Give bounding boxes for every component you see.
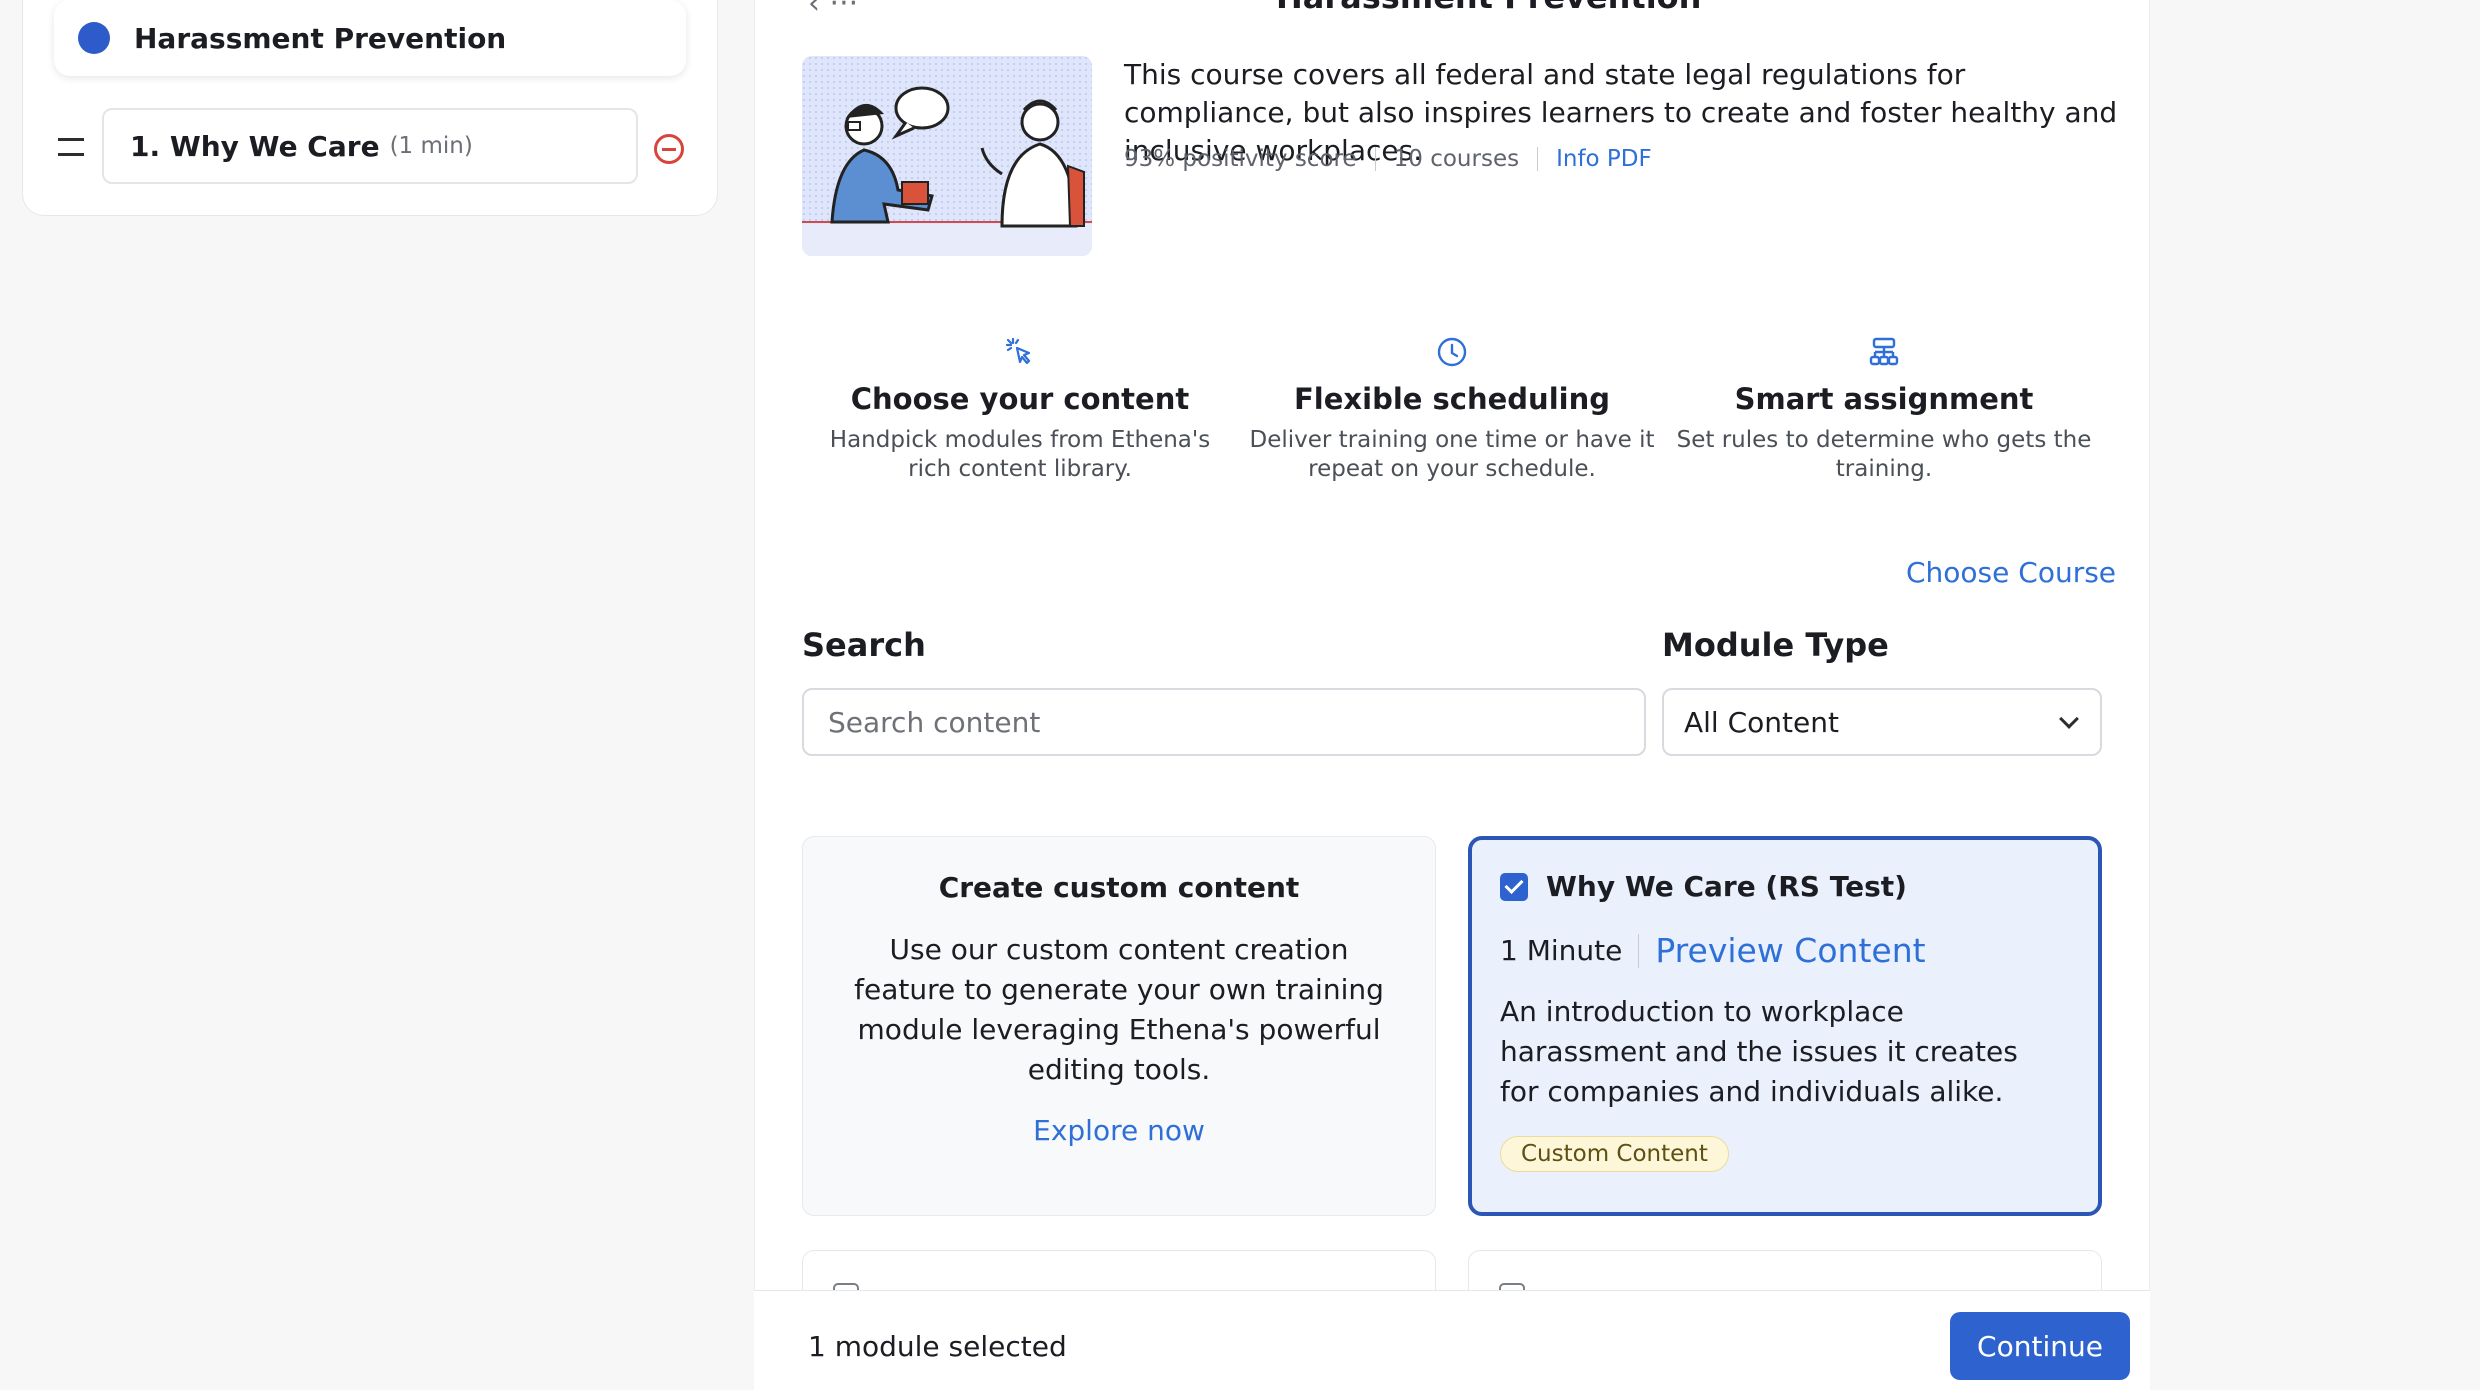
sidebar-course-item[interactable]: Harassment Prevention [54, 0, 686, 76]
module-type-select[interactable]: All Content [1662, 688, 2102, 756]
feature-flexible-scheduling: Flexible scheduling Deliver training one… [1242, 334, 1662, 484]
positivity-score: 93% positivity score [1124, 146, 1357, 172]
remove-module-icon[interactable] [654, 134, 684, 164]
cursor-click-icon [810, 334, 1230, 370]
feature-smart-assignment: Smart assignment Set rules to determine … [1674, 334, 2094, 484]
choose-course-link[interactable]: Choose Course [1906, 556, 2116, 589]
hierarchy-icon [1674, 334, 2094, 370]
module-card-selected[interactable]: Why We Care (RS Test) 1 Minute Preview C… [1468, 836, 2102, 1216]
chevron-down-icon [2059, 709, 2079, 729]
course-meta: 93% positivity score 10 courses Info PDF [1124, 146, 1652, 172]
module-duration: (1 min) [389, 133, 473, 159]
drag-handle-icon[interactable] [58, 138, 84, 156]
feature-choose-content: Choose your content Handpick modules fro… [810, 334, 1230, 484]
module-card-meta: 1 Minute Preview Content [1500, 931, 2098, 970]
module-checkbox[interactable] [1500, 872, 1528, 901]
page-title: Harassment Prevention [1276, 0, 1701, 16]
module-duration: 1 Minute [1500, 934, 1623, 967]
module-card-desc: An introduction to workplace harassment … [1500, 995, 2018, 1108]
module-type-label: Module Type [1662, 626, 1889, 664]
feature-title: Choose your content [850, 382, 1190, 416]
module-card-title: Why We Care (RS Test) [1546, 870, 1907, 903]
sidebar-module-item[interactable]: 1. Why We Care (1 min) [102, 108, 638, 184]
module-title: 1. Why We Care [130, 129, 380, 163]
feature-desc: Set rules to determine who gets the trai… [1676, 427, 2092, 482]
custom-card-title: Create custom content [938, 871, 1300, 904]
feature-title: Smart assignment [1734, 382, 2034, 416]
explore-now-link[interactable]: Explore now [803, 1114, 1435, 1147]
feature-desc: Handpick modules from Ethena's rich cont… [829, 427, 1211, 482]
page: Harassment Prevention 1. Why We Care (1 … [0, 0, 2480, 1390]
custom-card-desc: Use our custom content creation feature … [854, 933, 1384, 1086]
course-dot-icon [78, 22, 110, 54]
sidebar-course-title: Harassment Prevention [134, 21, 507, 55]
clock-icon [1242, 334, 1662, 370]
feature-title: Flexible scheduling [1294, 382, 1610, 416]
selected-count: 1 module selected [808, 1330, 1067, 1363]
meta-divider [1374, 147, 1376, 171]
continue-button[interactable]: Continue [1950, 1312, 2130, 1380]
courses-count: 10 courses [1393, 146, 1520, 172]
create-custom-content-card: Create custom content Use our custom con… [802, 836, 1436, 1216]
feature-desc: Deliver training one time or have it rep… [1249, 427, 1655, 482]
meta-divider [1638, 933, 1640, 968]
info-pdf-link[interactable]: Info PDF [1556, 146, 1652, 172]
preview-content-link[interactable]: Preview Content [1655, 931, 1925, 970]
card-header: Why We Care (RS Test) [1500, 870, 2098, 903]
course-illustration [802, 56, 1092, 256]
back-arrow-icon[interactable]: ‹ ··· [808, 0, 858, 21]
meta-divider [1537, 147, 1539, 171]
custom-content-badge: Custom Content [1500, 1136, 1729, 1172]
search-label: Search [802, 626, 926, 664]
search-input[interactable] [802, 688, 1646, 756]
module-type-value: All Content [1684, 705, 1839, 739]
